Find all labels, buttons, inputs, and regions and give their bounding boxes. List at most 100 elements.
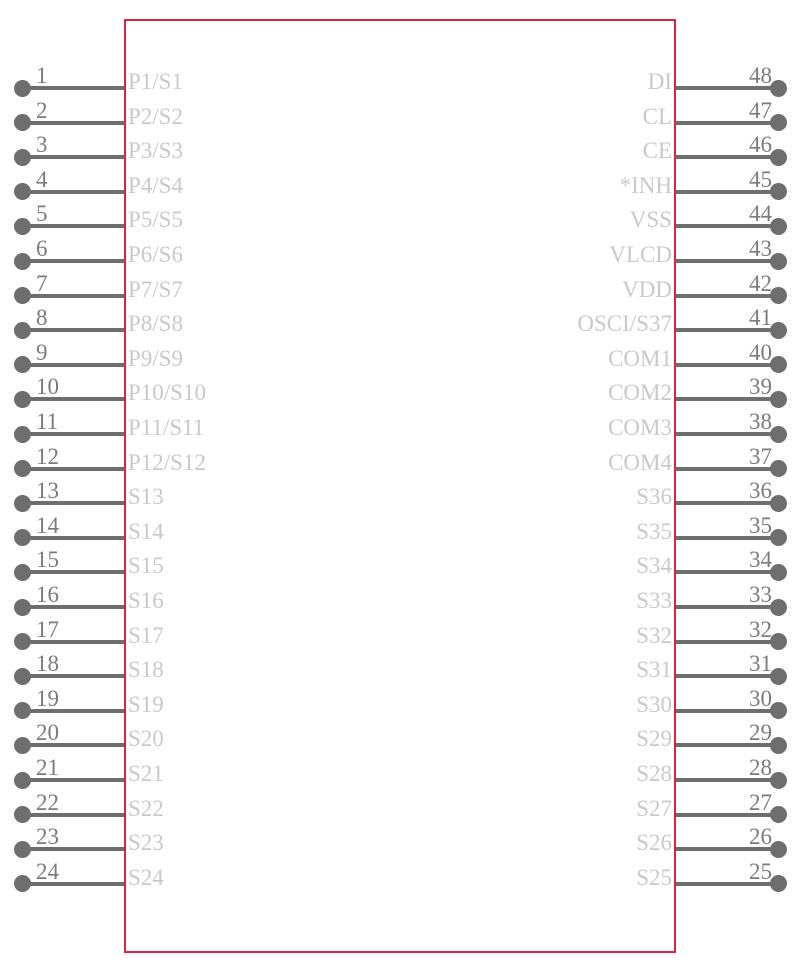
pin-number: 14 <box>36 512 59 538</box>
pin-number: 43 <box>749 236 772 261</box>
pin-name: S30 <box>636 691 672 717</box>
pin-terminal-dot[interactable] <box>769 425 787 443</box>
pin-terminal-dot[interactable] <box>769 771 787 789</box>
pin-name: S23 <box>128 830 164 856</box>
pin-name: DI <box>647 69 672 95</box>
pin-number: 10 <box>36 374 59 400</box>
pin-terminal-dot[interactable] <box>13 598 31 616</box>
pin-terminal-dot[interactable] <box>13 148 31 166</box>
pin-terminal-dot[interactable] <box>769 563 787 581</box>
pin-number: 15 <box>36 547 59 573</box>
pin-number: 22 <box>36 789 59 815</box>
pin-number: 32 <box>749 616 772 642</box>
pin-name: S32 <box>636 622 672 648</box>
pin-number: 12 <box>36 443 59 469</box>
pin-terminal-dot[interactable] <box>769 840 787 858</box>
pin-number: 9 <box>36 339 48 365</box>
pin-name: OSCI/S37 <box>577 311 672 337</box>
pin-terminal-dot[interactable] <box>13 736 31 754</box>
pin-name: S25 <box>636 864 672 890</box>
pin-terminal-dot[interactable] <box>769 598 787 616</box>
pin-name: COM2 <box>608 380 672 406</box>
pin-number: 42 <box>749 270 772 296</box>
pin-number: 28 <box>749 755 772 780</box>
pin-number: 34 <box>749 547 772 573</box>
pin-terminal-dot[interactable] <box>13 390 31 408</box>
pin-terminal-dot[interactable] <box>769 321 787 339</box>
pin-terminal-dot[interactable] <box>769 667 787 685</box>
pin-terminal-dot[interactable] <box>13 79 31 97</box>
pin-number: 13 <box>36 478 59 504</box>
pin-name: S22 <box>128 795 164 821</box>
pin-number: 21 <box>36 755 59 780</box>
pin-number: 48 <box>749 63 772 88</box>
pin-terminal-dot[interactable] <box>13 217 31 235</box>
pin-terminal-dot[interactable] <box>769 806 787 824</box>
pin-terminal-dot[interactable] <box>769 79 787 97</box>
pin-name: S24 <box>128 864 164 890</box>
pin-number: 44 <box>749 201 772 227</box>
pin-terminal-dot[interactable] <box>769 390 787 408</box>
pin-number: 24 <box>36 858 59 884</box>
pin-number: 30 <box>749 685 772 711</box>
pin-terminal-dot[interactable] <box>769 183 787 201</box>
pin-terminal-dot[interactable] <box>769 148 787 166</box>
pin-number: 36 <box>749 478 772 504</box>
pin-terminal-dot[interactable] <box>769 356 787 374</box>
pin-terminal-dot[interactable] <box>13 425 31 443</box>
pin-name: S34 <box>636 553 672 579</box>
pin-terminal-dot[interactable] <box>13 183 31 201</box>
pin-terminal-dot[interactable] <box>13 287 31 305</box>
pin-number: 11 <box>36 409 59 434</box>
pin-terminal-dot[interactable] <box>13 114 31 132</box>
pin-terminal-dot[interactable] <box>13 875 31 893</box>
pin-terminal-dot[interactable] <box>13 667 31 685</box>
pin-number: 29 <box>749 720 772 746</box>
pin-terminal-dot[interactable] <box>769 252 787 270</box>
pin-terminal-dot[interactable] <box>769 736 787 754</box>
schematic-symbol-canvas: 1 P1/S1 2 P2/S2 3 P3/S3 4 P4/S4 5 P5/S5 6 P6/S6 7 P7/… <box>0 0 800 974</box>
pin-name: COM3 <box>608 415 672 441</box>
pin-number: 27 <box>749 789 772 815</box>
pin-terminal-dot[interactable] <box>13 840 31 858</box>
pin-terminal-dot[interactable] <box>769 875 787 893</box>
pin-terminal-dot[interactable] <box>769 217 787 235</box>
pin-name: *INH <box>619 172 672 198</box>
pin-terminal-dot[interactable] <box>13 563 31 581</box>
pin-name: P5/S5 <box>128 207 183 233</box>
pin-terminal-dot[interactable] <box>13 771 31 789</box>
pin-name: S33 <box>636 588 672 614</box>
pin-terminal-dot[interactable] <box>13 252 31 270</box>
pin-terminal-dot[interactable] <box>769 529 787 547</box>
pin-terminal-dot[interactable] <box>13 460 31 478</box>
pin-number: 35 <box>749 512 772 538</box>
pin-name: S20 <box>128 726 164 752</box>
pin-terminal-dot[interactable] <box>13 633 31 651</box>
pin-name: S27 <box>636 795 672 821</box>
pin-name: S29 <box>636 726 672 752</box>
pin-number: 46 <box>749 132 772 158</box>
pin-terminal-dot[interactable] <box>769 287 787 305</box>
pin-terminal-dot[interactable] <box>769 114 787 132</box>
pin-name: P1/S1 <box>128 69 183 95</box>
pin-terminal-dot[interactable] <box>13 529 31 547</box>
pin-name: P12/S12 <box>128 449 206 475</box>
pin-name: P11/S11 <box>128 415 205 441</box>
pin-terminal-dot[interactable] <box>13 356 31 374</box>
pin-name: COM1 <box>608 345 672 371</box>
pin-terminal-dot[interactable] <box>13 494 31 512</box>
pin-terminal-dot[interactable] <box>769 494 787 512</box>
pin-number: 2 <box>36 97 48 123</box>
pin-terminal-dot[interactable] <box>769 460 787 478</box>
pin-name: S26 <box>636 830 672 856</box>
pin-name: P9/S9 <box>128 345 183 371</box>
pin-number: 41 <box>749 305 772 331</box>
pin-terminal-dot[interactable] <box>769 633 787 651</box>
pin-terminal-dot[interactable] <box>13 806 31 824</box>
pin-terminal-dot[interactable] <box>769 702 787 720</box>
pin-name: S15 <box>128 553 164 579</box>
pin-terminal-dot[interactable] <box>13 702 31 720</box>
pin-terminal-dot[interactable] <box>13 321 31 339</box>
pin-name: P2/S2 <box>128 103 183 129</box>
pin-name: S35 <box>636 518 672 544</box>
